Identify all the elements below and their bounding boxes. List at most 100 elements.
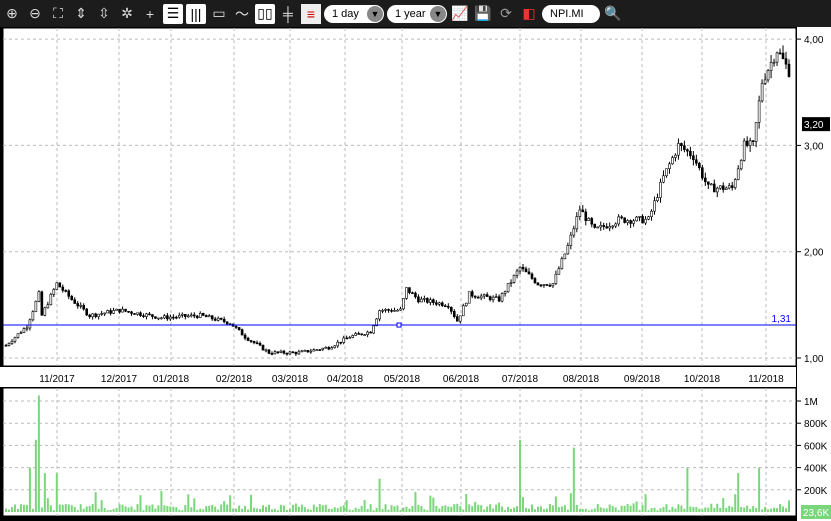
volume-bar <box>217 509 220 512</box>
volume-bar <box>575 504 578 512</box>
price-candle <box>503 291 507 294</box>
price-candle <box>118 308 121 313</box>
price-candle <box>216 317 220 321</box>
volume-bar <box>551 505 554 512</box>
volume-bar <box>788 500 790 512</box>
symbol-input[interactable] <box>542 4 600 23</box>
price-candle <box>178 315 181 318</box>
interval-value: 1 day <box>332 7 359 20</box>
price-candle <box>686 149 689 152</box>
price-candle <box>602 225 606 227</box>
crosshair-icon[interactable]: + <box>140 4 160 24</box>
price-candle <box>121 308 124 313</box>
price-candle <box>787 63 791 77</box>
price-candle <box>452 311 456 317</box>
vzoom-out-icon[interactable]: ⇳ <box>94 4 114 24</box>
price-candle <box>515 270 519 276</box>
volume-bar <box>776 508 779 512</box>
reset-zoom-icon[interactable]: ✲ <box>117 4 137 24</box>
price-candle <box>623 217 626 223</box>
volume-bar <box>288 509 291 512</box>
price-candle <box>429 299 432 303</box>
price-candle <box>127 310 130 313</box>
volume-bar <box>336 508 339 512</box>
ohlc-icon[interactable]: ╪ <box>278 4 298 24</box>
volume-bar <box>632 503 635 512</box>
zoom-out-icon[interactable]: ⊖ <box>25 4 45 24</box>
line-chart-icon[interactable]: 〜 <box>232 4 252 24</box>
volume-bar <box>25 505 28 512</box>
volume-bar <box>435 505 438 512</box>
interval-select[interactable]: 1 day ▼ <box>324 4 384 23</box>
volume-bar <box>19 504 22 512</box>
price-candle <box>300 350 304 353</box>
volume-bar <box>402 507 405 512</box>
price-candle <box>473 295 477 298</box>
save-icon[interactable]: 💾 <box>473 4 493 24</box>
price-candle <box>569 234 573 246</box>
fit-icon[interactable]: ⛶ <box>48 4 68 24</box>
volume-bar <box>384 504 387 512</box>
search-icon[interactable]: 🔍 <box>603 4 623 24</box>
price-candle <box>533 278 537 284</box>
stock-chart[interactable]: 11/2017 12/2017 01/2018 02/2018 03/2018 04/20… <box>0 27 831 521</box>
volume-bar <box>22 504 25 512</box>
price-candle <box>432 299 435 303</box>
price-candle <box>13 337 17 342</box>
export-icon[interactable]: ◧ <box>519 4 539 24</box>
volume-bar <box>719 507 722 512</box>
volume-bar <box>318 504 321 512</box>
price-candle <box>154 316 157 319</box>
refresh-icon[interactable]: ⟳ <box>496 4 516 24</box>
volume-bar <box>465 494 468 512</box>
price-candle <box>327 347 331 350</box>
price-candle <box>297 351 301 355</box>
list-icon[interactable]: ☰ <box>163 3 183 24</box>
price-candle <box>249 340 253 342</box>
volume-bar <box>112 508 115 512</box>
price-candle <box>175 316 178 319</box>
price-candle <box>617 216 620 225</box>
volume-bar <box>746 505 749 512</box>
volume-bar <box>522 497 525 512</box>
volume-bar <box>94 492 97 512</box>
volume-bar <box>399 510 402 512</box>
legend-icon[interactable]: ≡ <box>301 3 321 24</box>
bars-icon[interactable]: ||| <box>186 3 206 24</box>
price-candle <box>357 333 360 335</box>
volume-bar <box>483 509 486 512</box>
volume-bar <box>163 505 166 512</box>
price-candle <box>181 313 184 316</box>
price-candle <box>760 83 764 102</box>
price-candle <box>10 341 14 344</box>
volume-bar <box>599 507 602 512</box>
volume-bar <box>91 503 94 512</box>
candlestick-icon[interactable]: ▯▯ <box>255 3 275 24</box>
window-icon[interactable]: ▭ <box>209 4 229 24</box>
price-candle <box>315 349 319 351</box>
volume-bar <box>560 506 563 512</box>
volume-bar <box>393 506 396 512</box>
price-candle <box>306 350 310 353</box>
price-candle <box>769 62 773 71</box>
price-candle <box>160 317 163 320</box>
price-candle <box>34 301 38 312</box>
vzoom-in-icon[interactable]: ⇕ <box>71 4 91 24</box>
price-candle <box>772 61 776 64</box>
volume-bar <box>447 506 450 512</box>
volume-bar <box>656 510 659 512</box>
price-candle <box>222 318 226 323</box>
zoom-in-icon[interactable]: ⊕ <box>2 4 22 24</box>
price-candle <box>751 140 755 143</box>
indicator-icon[interactable]: 📈 <box>450 4 470 24</box>
last-price-label: 3,20 <box>804 120 824 131</box>
price-candle <box>748 140 752 146</box>
price-candle <box>303 350 307 352</box>
volume-bar <box>208 505 211 512</box>
price-candle <box>635 216 638 222</box>
volume-bar <box>291 504 294 512</box>
price-candle <box>736 168 740 180</box>
range-select[interactable]: 1 year ▼ <box>387 4 447 23</box>
price-candle <box>294 352 298 355</box>
price-candle <box>575 216 579 230</box>
